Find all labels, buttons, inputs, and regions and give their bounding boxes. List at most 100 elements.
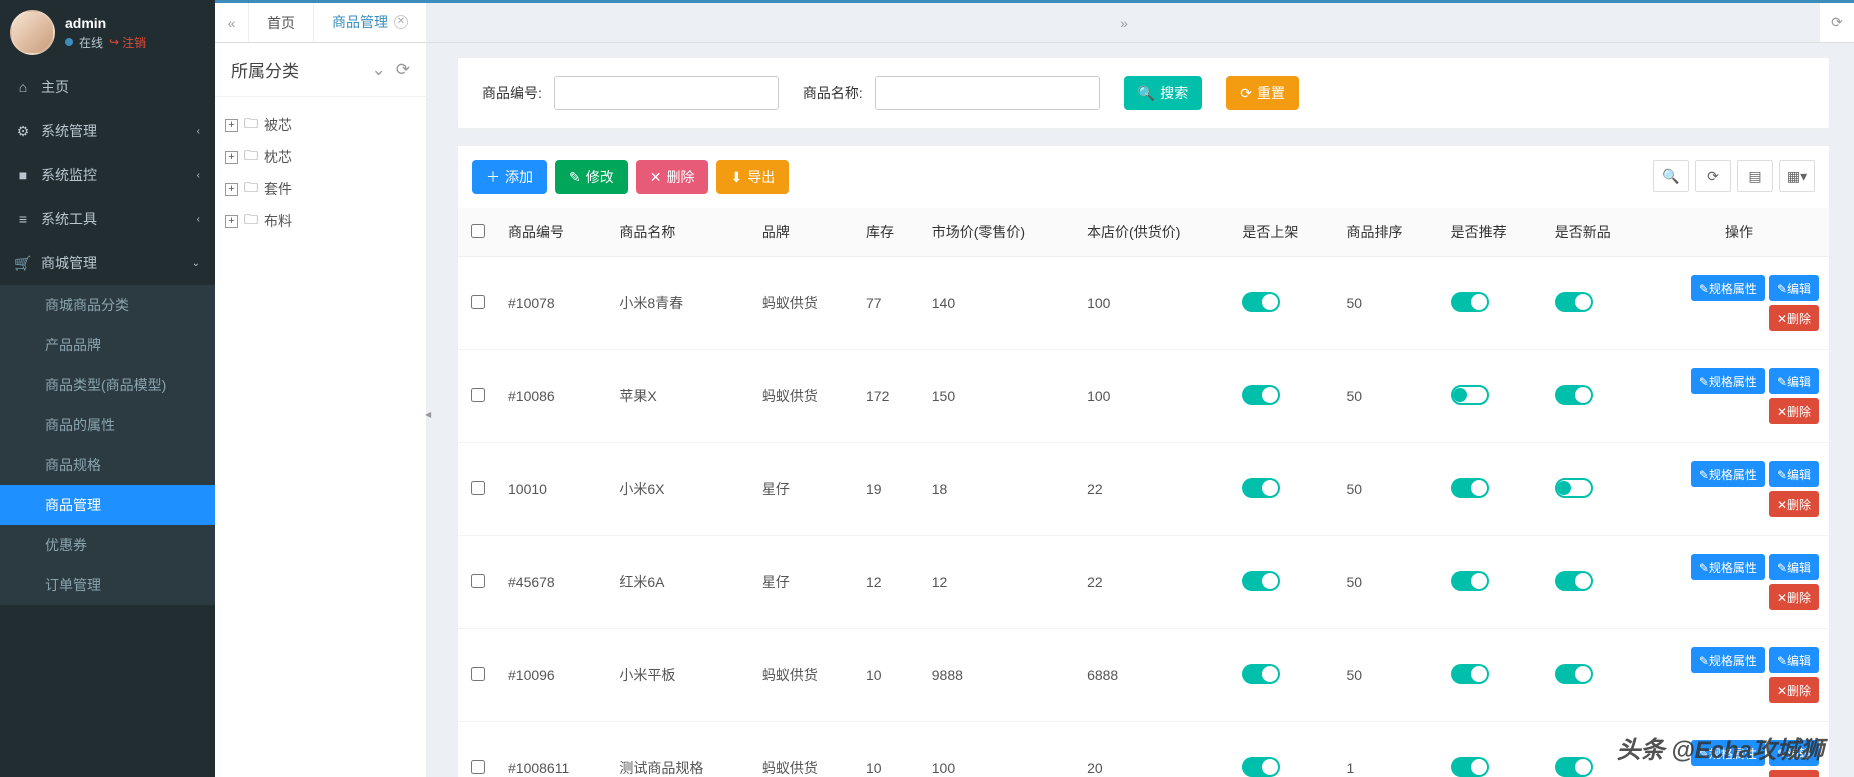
content-area: 商品编号: 商品名称: 🔍搜索 ⟳重置 ＋添加 ✎修改 ✕删除 (433, 43, 1854, 777)
expand-icon[interactable]: + (225, 119, 238, 132)
toggle-switch[interactable] (1451, 664, 1489, 684)
tree-item[interactable]: +🗀枕芯 (225, 141, 416, 173)
row-delete-button[interactable]: ✕删除 (1769, 491, 1819, 517)
nav-sub-coupon[interactable]: 优惠券 (0, 525, 215, 565)
add-button[interactable]: ＋添加 (472, 160, 547, 194)
toggle-switch[interactable] (1242, 292, 1280, 312)
tab-manage[interactable]: 商品管理 ✕ (314, 3, 427, 42)
toggle-switch[interactable] (1242, 757, 1280, 777)
row-delete-button[interactable]: ✕删除 (1769, 398, 1819, 424)
tab-scroll-right[interactable]: » (427, 3, 1820, 42)
nav-sub-brand[interactable]: 产品品牌 (0, 325, 215, 365)
toggle-switch[interactable] (1451, 385, 1489, 405)
tree-item[interactable]: +🗀被芯 (225, 109, 416, 141)
tree-item[interactable]: +🗀套件 (225, 173, 416, 205)
tab-close-icon[interactable]: ✕ (394, 15, 408, 29)
toggle-switch[interactable] (1451, 292, 1489, 312)
expand-icon[interactable]: + (225, 183, 238, 196)
edit-button[interactable]: ✎修改 (555, 160, 628, 194)
row-edit-button[interactable]: ✎编辑 (1769, 647, 1819, 673)
th-market[interactable]: 市场价(零售价) (922, 208, 1077, 257)
code-input[interactable] (554, 76, 779, 110)
nav-mall[interactable]: 🛒 商城管理 ⌄ (0, 241, 215, 285)
toggle-switch[interactable] (1555, 757, 1593, 777)
export-button[interactable]: ⬇导出 (716, 160, 789, 194)
row-edit-button[interactable]: ✎编辑 (1769, 368, 1819, 394)
toggle-switch[interactable] (1242, 385, 1280, 405)
toggle-switch[interactable] (1242, 571, 1280, 591)
reset-button[interactable]: ⟳重置 (1226, 76, 1299, 110)
row-checkbox[interactable] (471, 388, 485, 402)
nav-system[interactable]: ⚙ 系统管理 ‹ (0, 109, 215, 153)
cell-name: 测试商品规格 (609, 722, 752, 777)
nav-sub-type[interactable]: 商品类型(商品模型) (0, 365, 215, 405)
toggle-switch[interactable] (1451, 571, 1489, 591)
nav-sub-order[interactable]: 订单管理 (0, 565, 215, 605)
row-edit-button[interactable]: ✎编辑 (1769, 554, 1819, 580)
th-rec[interactable]: 是否推荐 (1441, 208, 1545, 257)
tool-refresh[interactable]: ⟳ (1695, 160, 1731, 192)
tab-scroll-left[interactable]: « (215, 3, 249, 42)
nav-sub-attr[interactable]: 商品的属性 (0, 405, 215, 445)
row-edit-button[interactable]: ✎编辑 (1769, 461, 1819, 487)
toggle-switch[interactable] (1451, 478, 1489, 498)
toggle-switch[interactable] (1242, 478, 1280, 498)
logout-link[interactable]: ↪ 注销 (109, 34, 146, 51)
panel-divider[interactable] (427, 43, 433, 777)
tab-home[interactable]: 首页 (249, 3, 314, 42)
tool-grid[interactable]: ▦▾ (1779, 160, 1815, 192)
row-checkbox[interactable] (471, 667, 485, 681)
select-all-checkbox[interactable] (471, 224, 485, 238)
spec-button[interactable]: ✎规格属性 (1691, 461, 1765, 487)
collapse-icon[interactable]: ⌄ (372, 60, 386, 80)
spec-button[interactable]: ✎规格属性 (1691, 554, 1765, 580)
nav-sub-manage[interactable]: 商品管理 (0, 485, 215, 525)
toggle-switch[interactable] (1555, 292, 1593, 312)
row-checkbox[interactable] (471, 295, 485, 309)
row-delete-button[interactable]: ✕删除 (1769, 770, 1819, 777)
row-edit-button[interactable]: ✎编辑 (1769, 275, 1819, 301)
th-brand[interactable]: 品牌 (752, 208, 856, 257)
avatar[interactable] (10, 10, 55, 55)
toggle-switch[interactable] (1555, 664, 1593, 684)
th-listed[interactable]: 是否上架 (1232, 208, 1336, 257)
toggle-switch[interactable] (1555, 385, 1593, 405)
nav-sub-spec[interactable]: 商品规格 (0, 445, 215, 485)
refresh-icon[interactable]: ⟳ (396, 60, 410, 80)
th-ops: 操作 (1649, 208, 1829, 257)
th-code[interactable]: 商品编号 (498, 208, 609, 257)
row-delete-button[interactable]: ✕删除 (1769, 305, 1819, 331)
delete-button[interactable]: ✕删除 (636, 160, 709, 194)
spec-button[interactable]: ✎规格属性 (1691, 275, 1765, 301)
nav-tools[interactable]: ≡ 系统工具 ‹ (0, 197, 215, 241)
toggle-switch[interactable] (1555, 478, 1593, 498)
tool-search[interactable]: 🔍 (1653, 160, 1689, 192)
th-store[interactable]: 本店价(供货价) (1077, 208, 1232, 257)
toggle-switch[interactable] (1451, 757, 1489, 777)
nav-monitor[interactable]: ■ 系统监控 ‹ (0, 153, 215, 197)
th-stock[interactable]: 库存 (856, 208, 922, 257)
tree-item[interactable]: +🗀布料 (225, 205, 416, 237)
tool-columns[interactable]: ▤ (1737, 160, 1773, 192)
row-checkbox[interactable] (471, 574, 485, 588)
spec-button[interactable]: ✎规格属性 (1691, 368, 1765, 394)
name-input[interactable] (875, 76, 1100, 110)
nav-home[interactable]: ⌂ 主页 (0, 65, 215, 109)
th-name[interactable]: 商品名称 (609, 208, 752, 257)
row-delete-button[interactable]: ✕删除 (1769, 677, 1819, 703)
row-checkbox[interactable] (471, 481, 485, 495)
th-new[interactable]: 是否新品 (1545, 208, 1649, 257)
spec-button[interactable]: ✎规格属性 (1691, 740, 1765, 766)
expand-icon[interactable]: + (225, 215, 238, 228)
row-edit-button[interactable]: ✎编辑 (1769, 740, 1819, 766)
row-checkbox[interactable] (471, 760, 485, 774)
toggle-switch[interactable] (1555, 571, 1593, 591)
row-delete-button[interactable]: ✕删除 (1769, 584, 1819, 610)
th-sort[interactable]: 商品排序 (1337, 208, 1441, 257)
search-button[interactable]: 🔍搜索 (1124, 76, 1202, 110)
tab-refresh[interactable]: ⟳ (1820, 3, 1854, 42)
nav-sub-category[interactable]: 商城商品分类 (0, 285, 215, 325)
spec-button[interactable]: ✎规格属性 (1691, 647, 1765, 673)
toggle-switch[interactable] (1242, 664, 1280, 684)
expand-icon[interactable]: + (225, 151, 238, 164)
